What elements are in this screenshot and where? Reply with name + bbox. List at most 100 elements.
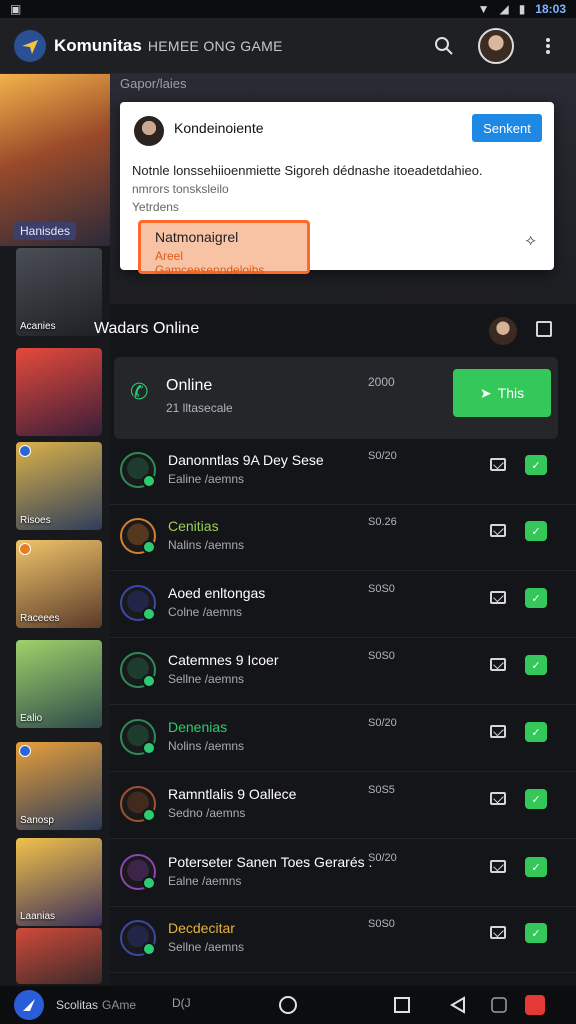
- nav-label: Scolitas GAme: [56, 998, 136, 1012]
- leader-subtitle: Sellne /aemns: [168, 672, 245, 686]
- notification-popup[interactable]: Kondeinoiente Senkent Notnle lonssehiioe…: [120, 102, 554, 277]
- section-checkbox[interactable]: [536, 321, 552, 337]
- back-triangle-icon[interactable]: [447, 994, 469, 1016]
- accept-icon[interactable]: ✓: [525, 588, 547, 608]
- hero-poster[interactable]: [0, 74, 110, 246]
- hero-caption: Hanisdes: [14, 222, 77, 240]
- leader-value: S0S0: [368, 650, 395, 662]
- message-icon[interactable]: [490, 860, 506, 873]
- message-icon[interactable]: [490, 591, 506, 604]
- message-icon[interactable]: [490, 524, 506, 537]
- leader-avatar[interactable]: [120, 786, 156, 822]
- accept-icon[interactable]: ✓: [525, 857, 547, 877]
- accept-icon[interactable]: ✓: [525, 722, 547, 742]
- leader-avatar[interactable]: [120, 920, 156, 956]
- accept-icon[interactable]: ✓: [525, 521, 547, 541]
- message-icon[interactable]: [490, 658, 506, 671]
- sidebar-item-4[interactable]: Ealio: [16, 640, 102, 728]
- online-card[interactable]: ✆ Online 21 lltasecale 2000 ➤ This: [114, 357, 558, 439]
- app-bar: Komunitas HEMEE ONG GAME: [0, 18, 576, 74]
- notification-chip[interactable]: Natmonaigrel Areel Gamceesenndeloibs: [138, 220, 310, 277]
- leader-avatar[interactable]: [120, 652, 156, 688]
- online-status-icon: [142, 808, 156, 822]
- leader-avatar[interactable]: [120, 585, 156, 621]
- sidebar-badge-icon: [19, 745, 31, 757]
- section-avatar[interactable]: [489, 317, 517, 345]
- send-icon: ➤: [479, 384, 492, 401]
- sidebar-item-1[interactable]: [16, 348, 102, 436]
- leader-row[interactable]: Ramntlalis 9 Oallece Sedno /aemns S0S5 ✓: [110, 772, 576, 839]
- leader-value: S0S0: [368, 918, 395, 930]
- notification-action-button[interactable]: Senkent: [472, 114, 542, 142]
- message-icon[interactable]: [490, 926, 506, 939]
- leader-avatar[interactable]: [120, 518, 156, 554]
- accept-icon[interactable]: ✓: [525, 789, 547, 809]
- sidebar-item-6[interactable]: Laanias: [16, 838, 102, 926]
- signal-icon: ◢: [499, 2, 509, 16]
- leaders-section-title: Wadars Online: [94, 320, 200, 337]
- sidebar-item-0[interactable]: Acanies: [16, 248, 102, 336]
- nav-app-icon[interactable]: [14, 990, 44, 1020]
- notification-line-1: Notnle lonssehiioenmiette Sigoreh dédnas…: [132, 163, 483, 178]
- leader-subtitle: Colne /aemns: [168, 605, 243, 619]
- leader-avatar[interactable]: [120, 719, 156, 755]
- record-icon[interactable]: [525, 995, 545, 1015]
- recents-square-icon[interactable]: [391, 994, 413, 1016]
- online-status-icon: [142, 876, 156, 890]
- profile-avatar[interactable]: [478, 27, 514, 64]
- phone-icon: ✆: [130, 379, 149, 404]
- leader-row[interactable]: Aoed enltongas Colne /aemns S0S0 ✓: [110, 571, 576, 638]
- online-value: 2000: [368, 375, 395, 389]
- notification-avatar: [134, 116, 164, 146]
- screenshot-icon[interactable]: [488, 994, 510, 1016]
- app-title: Komunitas: [54, 35, 142, 55]
- leader-row[interactable]: Denenias Nolins /aemns S0/20 ✓: [110, 705, 576, 772]
- nav-label-main: Scolitas: [56, 998, 99, 1012]
- leader-row[interactable]: Poterseter Sanen Toes Gerarés . Ealne /a…: [110, 840, 576, 907]
- accept-icon[interactable]: ✓: [525, 455, 547, 475]
- notification-chip-subtitle: Areel Gamceesenndeloibs: [155, 249, 265, 277]
- status-time: 18:03: [535, 2, 566, 16]
- sidebar-item-2[interactable]: Risoes: [16, 442, 102, 530]
- online-status-icon: [142, 540, 156, 554]
- nav-mid-text: D(J: [172, 996, 191, 1010]
- notification-line-3: Yetrdens: [132, 200, 179, 214]
- accept-icon[interactable]: ✓: [525, 923, 547, 943]
- sidebar-item-5[interactable]: Sanosp: [16, 742, 102, 830]
- search-icon[interactable]: [430, 32, 458, 60]
- leader-value: S0.26: [368, 516, 397, 528]
- message-icon[interactable]: [490, 792, 506, 805]
- message-icon[interactable]: [490, 458, 506, 471]
- leader-name: Catemnes 9 Icoer: [168, 652, 279, 668]
- leader-row[interactable]: Cenitias Nalins /aemns S0.26 ✓: [110, 504, 576, 571]
- leader-avatar[interactable]: [120, 452, 156, 488]
- leader-value: S0/20: [368, 717, 397, 729]
- sidebar-item-7[interactable]: [16, 928, 102, 984]
- message-icon[interactable]: [490, 725, 506, 738]
- accept-icon[interactable]: ✓: [525, 655, 547, 675]
- sidebar-item-caption: Raceees: [20, 613, 60, 624]
- notification-name: Kondeinoiente: [174, 120, 264, 136]
- sidebar-item-3[interactable]: Raceees: [16, 540, 102, 628]
- leader-subtitle: Sellne /aemns: [168, 940, 245, 954]
- leader-row[interactable]: Catemnes 9 Icoer Sellne /aemns S0S0 ✓: [110, 638, 576, 705]
- leader-name: Danonntlas 9A Dey Sese: [168, 452, 324, 468]
- battery-icon: ▮: [518, 2, 526, 16]
- app-logo-icon[interactable]: [14, 29, 46, 62]
- sidebar-item-caption: Laanias: [20, 911, 56, 922]
- system-nav-bar: Scolitas GAme D(J: [0, 986, 576, 1024]
- leader-avatar[interactable]: [120, 854, 156, 890]
- share-icon[interactable]: ⟡: [525, 232, 536, 250]
- leader-name: Ramntlalis 9 Oallece: [168, 786, 297, 802]
- leader-row[interactable]: Danonntlas 9A Dey Sese Ealine /aemns S0/…: [110, 438, 576, 505]
- leader-row[interactable]: Decdecitar Sellne /aemns S0S0 ✓: [110, 906, 576, 973]
- online-status-icon: [142, 741, 156, 755]
- home-circle-icon[interactable]: [277, 994, 299, 1016]
- notification-body: Notnle lonssehiioenmiette Sigoreh dédnas…: [132, 162, 542, 216]
- overflow-menu-icon[interactable]: [534, 32, 562, 60]
- status-bar: ▣ ▼ ◢ ▮ 18:03: [0, 0, 576, 18]
- app-subtitle: HEMEE ONG GAME: [147, 37, 283, 54]
- online-status-icon: [142, 942, 156, 956]
- online-action-button[interactable]: ➤ This: [453, 369, 551, 417]
- online-status-icon: [142, 674, 156, 688]
